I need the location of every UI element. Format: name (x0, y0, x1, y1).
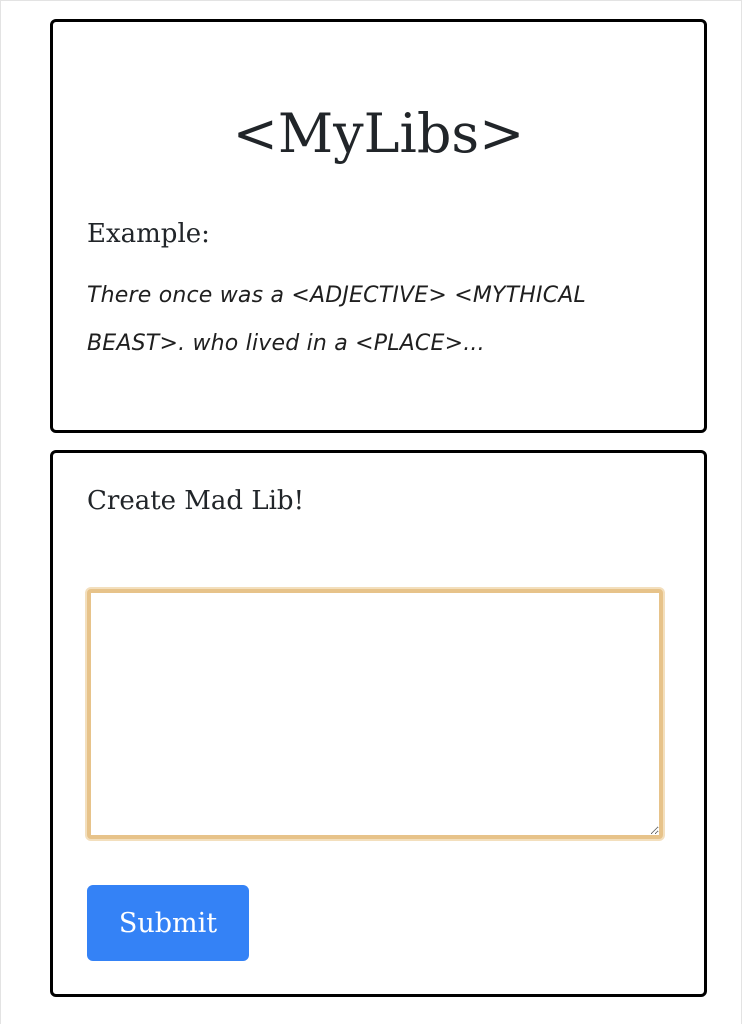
example-card: <MyLibs> Example: There once was a <ADJE… (50, 19, 707, 433)
example-text: There once was a <ADJECTIVE> <MYTHICAL B… (87, 283, 586, 356)
madlib-textarea[interactable] (87, 589, 663, 839)
app-title: <MyLibs> (232, 102, 525, 165)
create-madlib-heading: Create Mad Lib! (87, 486, 305, 516)
create-madlib-card: Create Mad Lib! Submit (50, 450, 707, 997)
submit-button[interactable]: Submit (87, 885, 249, 961)
page-frame: <MyLibs> Example: There once was a <ADJE… (0, 0, 742, 1024)
example-heading: Example: (87, 219, 210, 249)
